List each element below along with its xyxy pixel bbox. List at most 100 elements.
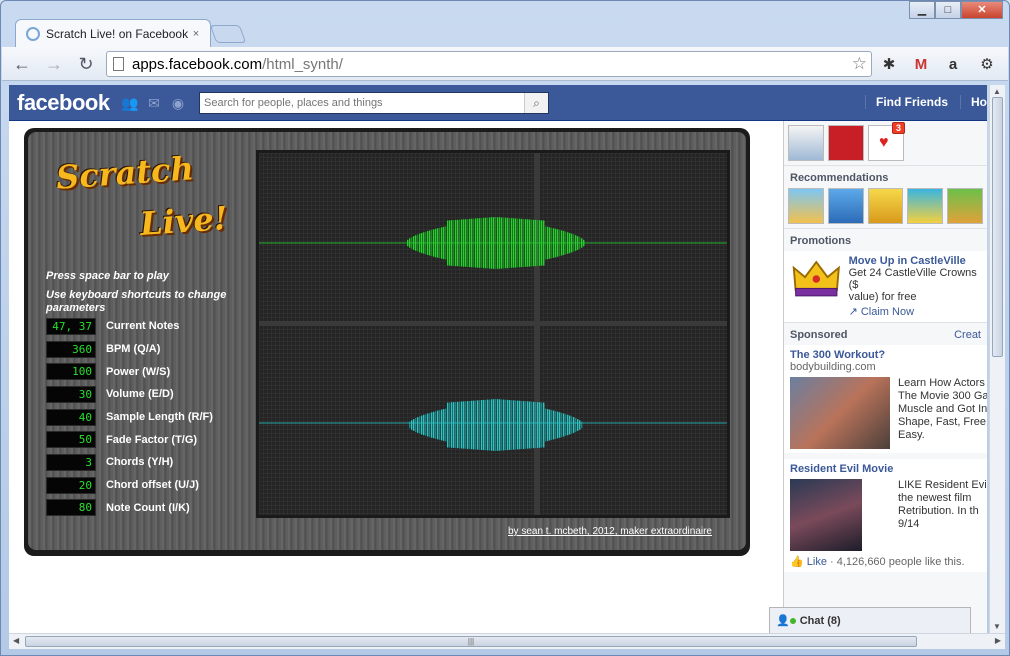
reload-button[interactable]: ↻ [74, 53, 98, 75]
tab-title: Scratch Live! on Facebook [46, 26, 188, 41]
bottom-waveform-bar [477, 400, 479, 450]
search-input[interactable] [200, 97, 524, 109]
ad-image[interactable] [790, 479, 862, 551]
top-waveform-bar [561, 230, 563, 256]
top-waveform-bar [439, 227, 441, 259]
facebook-logo[interactable]: facebook [17, 90, 110, 116]
bottom-waveform-bar [523, 401, 525, 449]
back-button[interactable]: ← [10, 53, 34, 75]
top-waveform-bar [429, 230, 431, 256]
top-waveform-bar [515, 218, 517, 268]
gmail-extension-icon[interactable]: M [910, 55, 932, 75]
app-icon-dragon-city[interactable] [947, 188, 983, 224]
top-waveform-bar [499, 217, 501, 269]
search-icon[interactable]: ⌕ [524, 93, 548, 113]
scope-divider-v [534, 153, 540, 515]
find-friends-link[interactable]: Find Friends [865, 95, 948, 109]
bottom-waveform-bar [495, 399, 497, 451]
param-label: BPM (Q/A) [106, 343, 161, 356]
bottom-waveform-bar [571, 416, 573, 434]
ad-title[interactable]: Resident Evil Movie [790, 463, 981, 475]
bottom-waveform-bar [467, 401, 469, 449]
new-tab-button[interactable] [209, 25, 247, 43]
tab-strip: Scratch Live! on Facebook × ▁ □ ✕ [1, 1, 1009, 47]
bottom-waveform-bar [409, 421, 411, 429]
bottom-waveform-bar [445, 408, 447, 442]
ad-resident-evil[interactable]: Resident Evil Movie LIKE Resident Evil t… [784, 459, 987, 572]
top-waveform-bar [497, 217, 499, 269]
top-waveform-bar [547, 226, 549, 260]
ad-title[interactable]: The 300 Workout? [790, 349, 981, 361]
promo-text: Move Up in CastleVille Get 24 CastleVill… [849, 255, 981, 318]
address-bar[interactable]: apps.facebook.com/html_synth/ ☆ [106, 51, 872, 77]
claim-now-label: Claim Now [860, 306, 915, 318]
app-icon-hearts[interactable]: ♥ 3 [868, 122, 905, 161]
like-link[interactable]: Like [807, 556, 827, 568]
maximize-button[interactable]: □ [935, 1, 961, 19]
top-waveform-bar [579, 237, 581, 249]
notifications-icon[interactable]: ◉ [169, 94, 187, 112]
param-volume: 30 Volume (E/D) [46, 383, 213, 406]
bottom-waveform-bar [531, 401, 533, 449]
logo-scratch: Scratch [54, 149, 195, 197]
top-waveform-bar [467, 219, 469, 267]
param-label: Note Count (I/K) [106, 501, 190, 514]
top-waveform-bar [521, 218, 523, 268]
scroll-up-arrow-icon[interactable]: ▲ [993, 87, 1001, 96]
top-waveform-bar [485, 217, 487, 269]
bottom-waveform-bar [411, 420, 413, 430]
forward-button[interactable]: → [42, 53, 66, 75]
tab-close-icon[interactable]: × [188, 28, 204, 40]
ad-300-workout[interactable]: The 300 Workout? bodybuilding.com Learn … [784, 345, 987, 453]
app-icon-words[interactable] [867, 188, 904, 224]
horizontal-scrollbar[interactable]: ◀ ||| ▶ [9, 633, 1005, 649]
scroll-down-arrow-icon[interactable]: ▼ [993, 622, 1001, 631]
messages-icon[interactable]: ✉ [145, 94, 163, 112]
lcd-value: 3 [46, 453, 96, 471]
app-icon-red[interactable] [828, 125, 864, 161]
home-link[interactable]: Ho [960, 95, 987, 109]
bug-extension-icon[interactable]: ✱ [878, 55, 900, 75]
promo-body: Get 24 CastleVille Crowns ($ [848, 267, 977, 291]
bottom-waveform-bar [573, 417, 575, 433]
horizontal-scroll-thumb[interactable]: ||| [25, 636, 917, 647]
top-waveform-bar [473, 218, 475, 268]
tab-scratch-live[interactable]: Scratch Live! on Facebook × [15, 19, 211, 47]
scroll-right-arrow-icon[interactable]: ▶ [995, 636, 1001, 645]
promo-title[interactable]: Move Up in CastleVille [849, 255, 981, 267]
friend-requests-icon[interactable]: 👥 [121, 94, 139, 112]
top-waveform-bar [565, 231, 567, 255]
amazon-extension-icon[interactable]: a [942, 55, 964, 75]
app-icon-game[interactable] [907, 188, 944, 224]
minimize-button[interactable]: ▁ [909, 1, 935, 19]
wrench-menu-icon[interactable]: ⚙ [976, 55, 998, 75]
top-waveform-bar [411, 237, 413, 249]
close-window-button[interactable]: ✕ [961, 1, 1003, 19]
bottom-waveform-bar [421, 415, 423, 435]
bottom-waveform-bar [485, 399, 487, 451]
claim-now-link[interactable]: ↗ Claim Now [849, 305, 981, 318]
vertical-scroll-thumb[interactable] [992, 97, 1003, 357]
vertical-scrollbar[interactable]: ▲ ▼ [989, 85, 1005, 633]
bottom-waveform-bar [549, 409, 551, 441]
app-icon-castleville[interactable] [788, 188, 824, 224]
top-waveform-bar [519, 218, 521, 268]
scroll-left-arrow-icon[interactable]: ◀ [13, 636, 19, 645]
app-icon-popular[interactable] [788, 125, 824, 161]
create-ad-link[interactable]: Creat [954, 329, 981, 341]
chat-bar[interactable]: 👤 Chat (8) [769, 607, 971, 633]
promotion-card[interactable]: Move Up in CastleVille Get 24 CastleVill… [784, 251, 987, 322]
app-icon-simcity[interactable] [827, 188, 864, 224]
bottom-waveform-bar [543, 402, 545, 448]
ad-image[interactable] [790, 377, 890, 449]
param-label: Power (W/S) [106, 365, 171, 378]
bookmark-star-icon[interactable]: ☆ [852, 54, 867, 74]
bottom-waveform-bar [469, 400, 471, 450]
bottom-waveform-bar [433, 411, 435, 439]
jewel-icons: 👥 ✉ ◉ [121, 94, 187, 112]
lcd-value: 80 [46, 499, 96, 517]
url-path: /html_synth/ [262, 55, 343, 73]
instruction-play: Press space bar to play [46, 270, 169, 282]
logo-live: Live! [138, 198, 229, 244]
credit-link[interactable]: by sean t. mcbeth, 2012, maker extraordi… [508, 526, 712, 537]
